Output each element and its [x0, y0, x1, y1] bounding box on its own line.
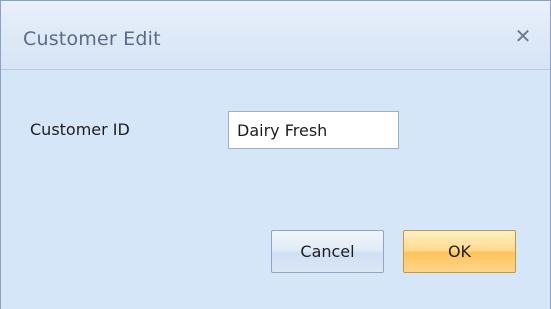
- customer-id-field[interactable]: [228, 111, 399, 149]
- dialog-title: Customer Edit: [23, 28, 161, 50]
- cancel-button[interactable]: Cancel: [271, 230, 384, 273]
- customer-id-label: Customer ID: [30, 120, 130, 139]
- ok-button[interactable]: OK: [403, 230, 516, 273]
- customer-edit-dialog: Customer Edit ✕ Customer ID Cancel OK: [0, 0, 551, 309]
- close-icon[interactable]: ✕: [510, 23, 536, 49]
- title-bar: Customer Edit ✕: [1, 1, 550, 69]
- dialog-body: [1, 69, 550, 309]
